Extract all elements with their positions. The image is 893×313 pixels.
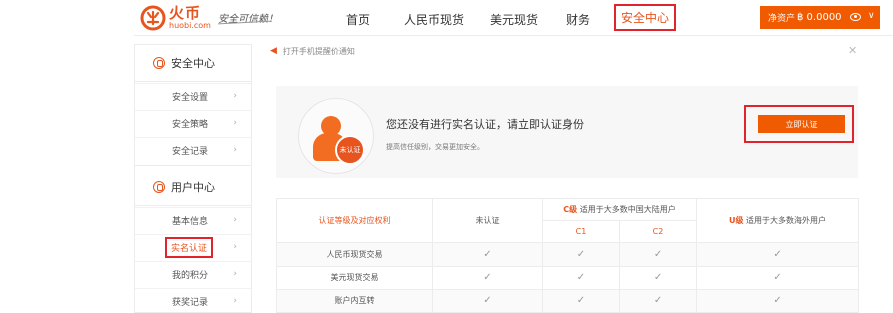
top-nav: 火币 huobi.com 安全可信赖！ 首页 人民币现货 美元现货 财务 安全中… (134, 0, 893, 36)
check-icon: ✓ (432, 288, 543, 313)
sidebar-item-label: 安全设置 (172, 93, 209, 103)
sidebar-item-award-records[interactable]: 获奖记录 › (135, 288, 251, 313)
row-name: 账户内互转 (276, 288, 433, 313)
net-assets-box[interactable]: 净资产 ฿ 0.0000 ∨ (760, 6, 880, 29)
nav-cny-spot[interactable]: 人民币现货 (404, 11, 464, 28)
sidebar-section-label: 用户中心 (171, 181, 215, 194)
nav-usd-spot[interactable]: 美元现货 (490, 11, 538, 28)
row-name: 人民币现货交易 (276, 242, 433, 267)
sidebar-section-security[interactable]: 安全中心 (135, 47, 251, 79)
check-icon: ✓ (432, 265, 543, 290)
chevron-right-icon: › (233, 296, 237, 306)
sidebar-item-real-name-verification[interactable]: 实名认证 › (135, 234, 251, 260)
sidebar-item-security-records[interactable]: 安全记录 › (135, 137, 251, 163)
sidebar-item-label: 安全策略 (172, 120, 209, 130)
eye-icon[interactable] (850, 13, 861, 21)
u-level-desc: 适用于大多数海外用户 (746, 216, 827, 226)
close-icon[interactable]: ✕ (848, 44, 857, 57)
unverified-avatar: 未认证 (298, 98, 374, 174)
net-assets-label: 净资产 (768, 14, 796, 24)
chevron-down-icon[interactable]: ∨ (868, 11, 875, 21)
verification-subtitle: 提高信任级别，交易更加安全。 (386, 143, 484, 151)
check-icon: ✓ (542, 265, 620, 290)
logo-name: 火币 (169, 4, 202, 22)
notice-bar[interactable]: ◀ 打开手机提醒价通知 (270, 44, 860, 58)
sidebar-item-basic-info[interactable]: 基本信息 › (135, 207, 251, 233)
shield-icon (153, 57, 165, 69)
user-icon (153, 181, 165, 193)
verify-button-highlight: 立即认证 (744, 105, 854, 143)
chevron-right-icon: › (233, 91, 237, 101)
c-level-label: C级 (563, 205, 578, 215)
sidebar-item-security-settings[interactable]: 安全设置 › (135, 83, 251, 109)
sidebar-item-security-policy[interactable]: 安全策略 › (135, 110, 251, 136)
sidebar-divider (135, 165, 251, 166)
check-icon: ✓ (696, 242, 860, 267)
logo[interactable]: 火币 huobi.com (140, 5, 211, 31)
check-icon: ✓ (618, 288, 698, 313)
check-icon: ✓ (618, 265, 698, 290)
table-row: 账户内互转 ✓ ✓ ✓ ✓ (276, 288, 860, 313)
u-level-label: U级 (728, 216, 744, 226)
table-header-u-level: U级 适用于大多数海外用户 (696, 197, 860, 244)
unverified-badge: 未认证 (335, 135, 365, 165)
table-header-c-level: C级 适用于大多数中国大陆用户 (541, 197, 698, 222)
verification-title: 您还没有进行实名认证，请立即认证身份 (386, 118, 584, 131)
chevron-right-icon: › (233, 145, 237, 155)
check-icon: ✓ (542, 242, 620, 267)
row-name: 美元现货交易 (276, 265, 433, 290)
sidebar-section-user[interactable]: 用户中心 (135, 171, 251, 203)
nav-home[interactable]: 首页 (346, 11, 370, 28)
sidebar-section-label: 安全中心 (171, 57, 215, 70)
sidebar-item-label: 我的积分 (172, 271, 209, 281)
sidebar: 安全中心 安全设置 › 安全策略 › 安全记录 › 用户中心 基本信息 › 实名… (134, 44, 252, 313)
sidebar-item-label: 实名认证 (165, 237, 214, 258)
sidebar-item-label: 安全记录 (172, 147, 209, 157)
table-row: 美元现货交易 ✓ ✓ ✓ ✓ (276, 265, 860, 290)
check-icon: ✓ (618, 242, 698, 267)
check-icon: ✓ (432, 242, 543, 267)
verify-now-button[interactable]: 立即认证 (758, 115, 845, 133)
sidebar-divider (135, 205, 251, 206)
table-header-levels: 认证等级及对应权利 (276, 197, 433, 244)
table-header-c1: C1 (542, 220, 620, 244)
sidebar-item-my-points[interactable]: 我的积分 › (135, 261, 251, 287)
notice-text: 打开手机提醒价通知 (282, 46, 355, 56)
chevron-right-icon: › (233, 242, 237, 252)
check-icon: ✓ (696, 288, 860, 313)
chevron-right-icon: › (233, 269, 237, 279)
check-icon: ✓ (696, 265, 860, 290)
chevron-right-icon: › (233, 118, 237, 128)
sidebar-item-label: 获奖记录 (172, 298, 209, 308)
table-header-unverified: 未认证 (432, 197, 543, 244)
logo-domain: huobi.com (169, 21, 211, 30)
verification-card: 未认证 您还没有进行实名认证，请立即认证身份 提高信任级别，交易更加安全。 立即… (276, 86, 858, 178)
verification-levels-table: 认证等级及对应权利 未认证 C级 适用于大多数中国大陆用户 U级 适用于大多数海… (276, 197, 860, 313)
huobi-logo-icon (140, 5, 166, 31)
table-header-c2: C2 (618, 220, 698, 244)
nav-finance[interactable]: 财务 (566, 11, 590, 28)
c-level-desc: 适用于大多数中国大陆用户 (579, 205, 676, 215)
net-assets-value: ฿ 0.0000 (797, 12, 842, 23)
speaker-icon: ◀ (270, 46, 277, 56)
check-icon: ✓ (542, 288, 620, 313)
table-row: 人民币现货交易 ✓ ✓ ✓ ✓ (276, 242, 860, 267)
sidebar-divider (135, 81, 251, 82)
sidebar-item-label: 基本信息 (172, 217, 209, 227)
chevron-right-icon: › (233, 215, 237, 225)
page: 火币 huobi.com 安全可信赖！ 首页 人民币现货 美元现货 财务 安全中… (0, 0, 893, 313)
nav-security-center[interactable]: 安全中心 (614, 4, 676, 31)
